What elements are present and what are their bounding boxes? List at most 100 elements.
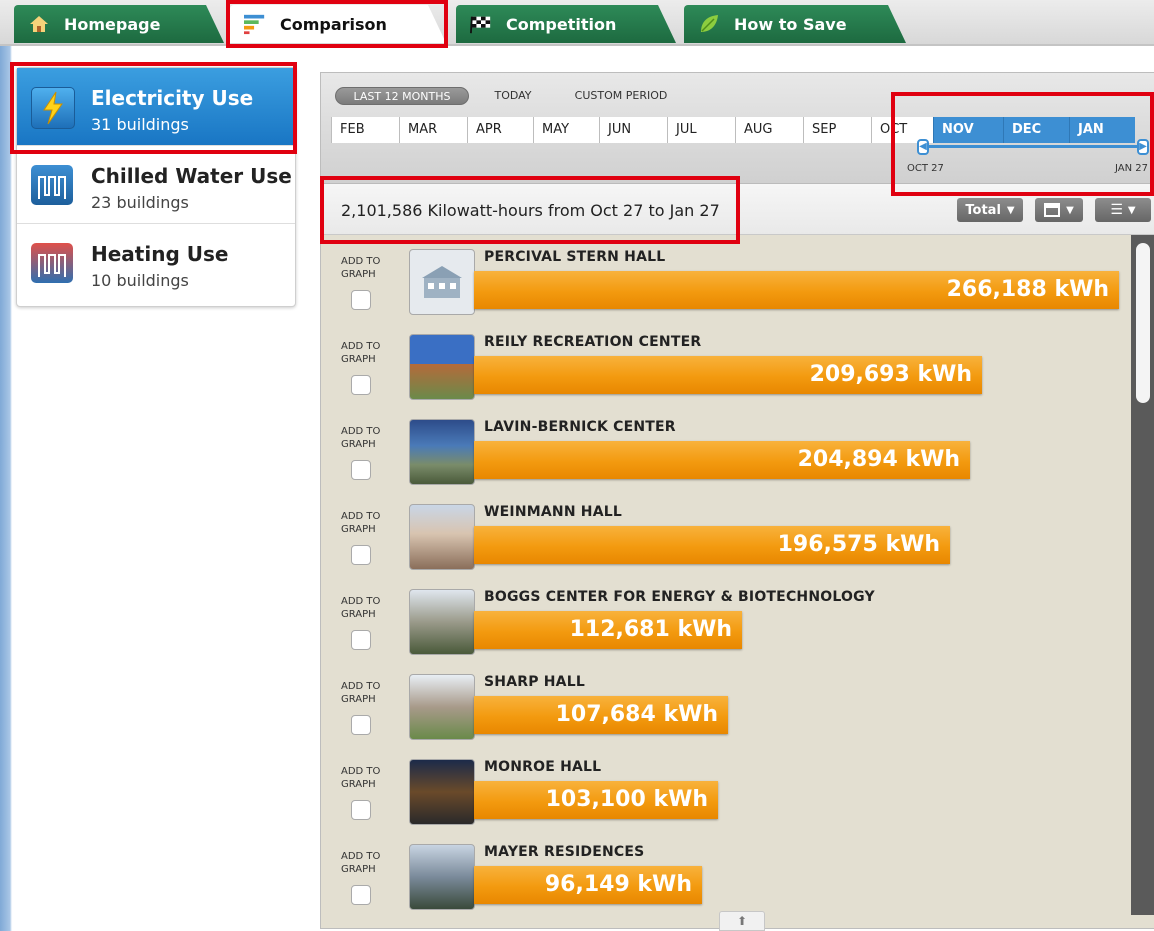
utility-count: 31 buildings <box>91 115 189 134</box>
bar-chart-icon <box>244 13 266 35</box>
lightning-icon <box>31 87 75 129</box>
building-photo <box>409 674 475 740</box>
building-name: REILY RECREATION CENTER <box>484 334 702 350</box>
building-row: ADD TO GRAPH MONROE HALL 103,100 kWh <box>321 745 1131 830</box>
sort-icon: ☰ <box>1110 202 1123 218</box>
usage-bar[interactable]: 209,693 kWh <box>474 356 982 394</box>
building-name: SHARP HALL <box>484 674 585 690</box>
chevron-down-icon: ▼ <box>1127 204 1136 216</box>
add-to-graph-checkbox[interactable] <box>351 885 371 905</box>
usage-bar[interactable]: 112,681 kWh <box>474 611 742 649</box>
sort-button[interactable]: ☰ ▼ <box>1095 198 1151 222</box>
add-to-graph-label: ADD TO GRAPH <box>341 851 381 875</box>
add-to-graph-checkbox[interactable] <box>351 800 371 820</box>
building-photo <box>409 419 475 485</box>
house-icon <box>28 13 50 35</box>
add-to-graph-label: ADD TO GRAPH <box>341 681 381 705</box>
range-start-handle[interactable]: ◀ <box>917 139 929 155</box>
add-to-graph-checkbox[interactable] <box>351 715 371 735</box>
building-row: ADD TO GRAPH MAYER RESIDENCES 96,149 kWh <box>321 830 1131 915</box>
building-list: ADD TO GRAPH PERCIVAL STERN HALL 266,188… <box>321 235 1131 915</box>
usage-bar[interactable]: 96,149 kWh <box>474 866 702 904</box>
range-end-handle[interactable]: ▶ <box>1137 139 1149 155</box>
usage-value: 96,149 kWh <box>544 872 692 897</box>
period-today[interactable]: TODAY <box>481 87 545 103</box>
tab-label: Comparison <box>280 14 387 34</box>
add-to-graph-label: ADD TO GRAPH <box>341 766 381 790</box>
month-jan[interactable]: JAN <box>1069 117 1135 143</box>
add-to-graph-checkbox[interactable] <box>351 630 371 650</box>
building-name: LAVIN-BERNICK CENTER <box>484 419 676 435</box>
tab-comparison[interactable]: Comparison <box>230 5 446 43</box>
tab-label: Homepage <box>64 14 161 34</box>
scroll-top-button[interactable]: ⬆ <box>719 911 765 931</box>
usage-value: 196,575 kWh <box>777 532 940 557</box>
total-dropdown[interactable]: Total ▼ <box>957 198 1023 222</box>
building-row: ADD TO GRAPH LAVIN-BERNICK CENTER 204,89… <box>321 405 1131 490</box>
utility-name: Heating Use <box>91 242 229 266</box>
window-icon <box>1044 203 1061 217</box>
add-to-graph-checkbox[interactable] <box>351 290 371 310</box>
month-dec[interactable]: DEC <box>1003 117 1069 143</box>
building-name: MONROE HALL <box>484 759 602 775</box>
building-row: ADD TO GRAPH BOGGS CENTER FOR ENERGY & B… <box>321 575 1131 660</box>
utility-count: 23 buildings <box>91 193 189 212</box>
month-jul[interactable]: JUL <box>667 117 735 143</box>
view-toggle-button[interactable]: ▼ <box>1035 198 1083 222</box>
usage-value: 204,894 kWh <box>797 447 960 472</box>
utility-name: Electricity Use <box>91 86 254 110</box>
add-to-graph-checkbox[interactable] <box>351 545 371 565</box>
month-apr[interactable]: APR <box>467 117 533 143</box>
building-placeholder-icon <box>409 249 475 315</box>
summary-bar: 2,101,586 Kilowatt-hours from Oct 27 to … <box>321 184 1154 235</box>
month-feb[interactable]: FEB <box>331 117 399 143</box>
tab-label: Competition <box>506 14 617 34</box>
building-name: MAYER RESIDENCES <box>484 844 645 860</box>
month-sep[interactable]: SEP <box>803 117 871 143</box>
period-custom[interactable]: CUSTOM PERIOD <box>561 87 681 103</box>
period-last-12-months[interactable]: LAST 12 MONTHS <box>335 87 469 105</box>
month-mar[interactable]: MAR <box>399 117 467 143</box>
add-to-graph-checkbox[interactable] <box>351 375 371 395</box>
month-nov[interactable]: NOV <box>933 117 1003 143</box>
month-jun[interactable]: JUN <box>599 117 667 143</box>
utility-panel: Electricity Use 31 buildings Chilled Wat… <box>16 67 296 307</box>
building-row: ADD TO GRAPH PERCIVAL STERN HALL 266,188… <box>321 235 1131 320</box>
month-timeline[interactable]: FEB MAR APR MAY JUN JUL AUG SEP OCT NOV … <box>331 117 1154 143</box>
usage-bar[interactable]: 266,188 kWh <box>474 271 1119 309</box>
utility-count: 10 buildings <box>91 271 189 290</box>
scrollbar-thumb[interactable] <box>1136 243 1150 403</box>
leaf-icon <box>698 13 720 35</box>
usage-value: 209,693 kWh <box>809 362 972 387</box>
add-to-graph-checkbox[interactable] <box>351 460 371 480</box>
usage-value: 103,100 kWh <box>545 787 708 812</box>
usage-bar[interactable]: 196,575 kWh <box>474 526 950 564</box>
chilled-water-icon <box>31 165 73 205</box>
add-to-graph-label: ADD TO GRAPH <box>341 511 381 535</box>
list-scrollbar[interactable] <box>1131 235 1154 915</box>
utility-chilled-water[interactable]: Chilled Water Use 23 buildings <box>17 146 295 224</box>
checkered-flag-icon <box>470 13 492 35</box>
period-selector: LAST 12 MONTHS TODAY CUSTOM PERIOD FEB M… <box>321 73 1154 184</box>
range-start-label: OCT 27 <box>907 163 944 174</box>
building-photo <box>409 589 475 655</box>
total-label: Total <box>965 202 1001 218</box>
usage-value: 266,188 kWh <box>946 277 1109 302</box>
add-to-graph-label: ADD TO GRAPH <box>341 256 381 280</box>
comparison-panel: LAST 12 MONTHS TODAY CUSTOM PERIOD FEB M… <box>320 72 1154 931</box>
utility-electricity[interactable]: Electricity Use 31 buildings <box>17 68 295 146</box>
range-end-label: JAN 27 <box>1115 163 1148 174</box>
usage-bar[interactable]: 107,684 kWh <box>474 696 728 734</box>
utility-heating[interactable]: Heating Use 10 buildings <box>17 224 295 302</box>
month-may[interactable]: MAY <box>533 117 599 143</box>
usage-bar[interactable]: 103,100 kWh <box>474 781 718 819</box>
tab-competition[interactable]: Competition <box>456 5 676 43</box>
building-name: WEINMANN HALL <box>484 504 622 520</box>
tab-homepage[interactable]: Homepage <box>14 5 224 43</box>
tab-how-to-save[interactable]: How to Save <box>684 5 906 43</box>
arrow-up-icon: ⬆ <box>736 914 748 928</box>
heating-icon <box>31 243 73 283</box>
building-photo <box>409 844 475 910</box>
usage-bar[interactable]: 204,894 kWh <box>474 441 970 479</box>
month-aug[interactable]: AUG <box>735 117 803 143</box>
